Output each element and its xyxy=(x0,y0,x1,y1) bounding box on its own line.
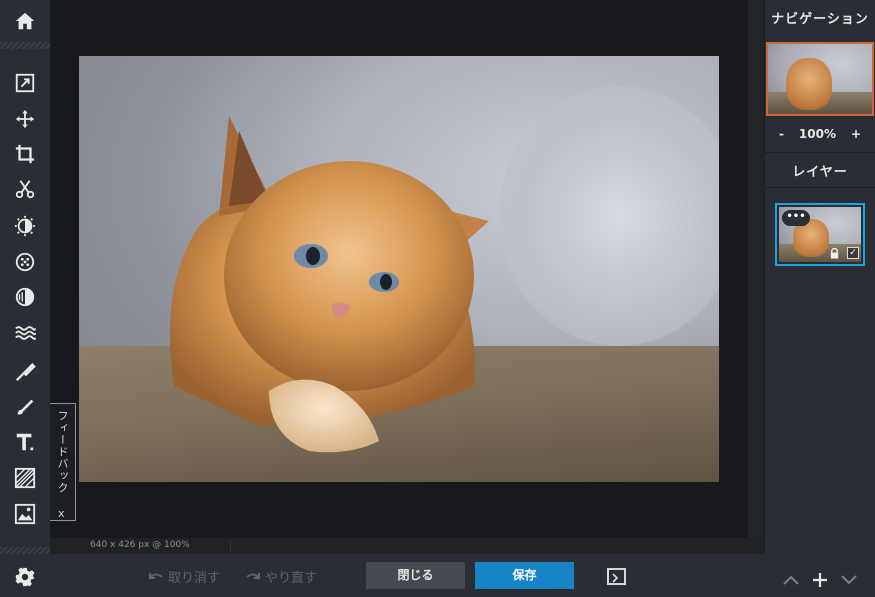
toolbar-separator xyxy=(0,547,50,554)
cut-tool[interactable] xyxy=(0,172,50,206)
crop-icon xyxy=(15,144,35,164)
cut-icon xyxy=(15,180,35,199)
zoom-level: 100% xyxy=(798,127,836,141)
layer-visibility-checkbox[interactable]: ✓ xyxy=(847,247,859,259)
crop-tool[interactable] xyxy=(0,137,50,171)
vertical-scrollbar[interactable] xyxy=(748,0,764,538)
wave-icon xyxy=(15,326,36,340)
layer-item[interactable]: ••• ✓ xyxy=(775,203,865,266)
redo-button[interactable]: やり直す xyxy=(245,567,317,586)
save-button[interactable]: 保存 xyxy=(475,562,574,589)
pencil-icon xyxy=(17,399,34,415)
layer-controls xyxy=(765,568,875,592)
brush-icon xyxy=(15,363,36,382)
layers-title: レイヤー xyxy=(792,165,848,180)
chevron-down-icon[interactable] xyxy=(840,574,858,586)
undo-label: 取り消す xyxy=(168,571,221,586)
redo-icon xyxy=(246,572,260,579)
redo-label: やり直す xyxy=(265,571,318,586)
brush-tool[interactable] xyxy=(0,355,50,389)
layer-menu-button[interactable]: ••• xyxy=(782,210,810,226)
panel-divider xyxy=(765,187,875,188)
thumbnail-kitten xyxy=(786,58,832,110)
navigation-title: ナビゲーション xyxy=(771,12,869,27)
undo-icon xyxy=(149,572,163,579)
panel-toggle-button[interactable] xyxy=(607,568,626,585)
gear-icon xyxy=(15,567,35,587)
undo-button[interactable]: 取り消す xyxy=(148,567,220,586)
lock-icon[interactable] xyxy=(829,248,840,259)
feedback-close-button[interactable]: x xyxy=(58,507,65,520)
settings-button[interactable] xyxy=(0,560,50,594)
home-button[interactable] xyxy=(0,4,50,38)
zoom-out-button[interactable]: - xyxy=(779,127,784,141)
image-tool[interactable] xyxy=(0,497,50,531)
resize-tool[interactable] xyxy=(0,66,50,100)
chevron-up-icon[interactable] xyxy=(782,574,800,586)
feedback-tab[interactable]: フィードバック x xyxy=(50,403,76,521)
text-tool[interactable] xyxy=(0,425,50,459)
move-icon xyxy=(15,109,35,129)
text-icon xyxy=(16,433,34,451)
vignette-tool[interactable] xyxy=(0,280,50,314)
chevron-right-icon xyxy=(612,573,619,583)
bottom-bar: 取り消す やり直す 閉じる 保存 xyxy=(50,554,765,597)
distort-tool[interactable] xyxy=(0,316,50,350)
zoom-controls: - 100% + xyxy=(765,118,875,150)
image-icon xyxy=(14,503,36,525)
status-bar: 640 x 426 px @ 100% xyxy=(50,538,764,554)
layer-thumbnail: ••• ✓ xyxy=(779,207,861,262)
adjust-tool[interactable] xyxy=(0,209,50,243)
filter-icon xyxy=(15,252,35,272)
close-button[interactable]: 閉じる xyxy=(366,562,465,589)
canvas-area[interactable] xyxy=(50,0,748,538)
draw-tool[interactable] xyxy=(0,390,50,424)
adjust-icon xyxy=(14,215,36,237)
feedback-label: フィードバック xyxy=(56,410,69,494)
filter-tool[interactable] xyxy=(0,245,50,279)
status-separator xyxy=(230,540,231,552)
canvas-image[interactable] xyxy=(79,56,719,482)
vignette-icon xyxy=(15,287,35,307)
resize-icon xyxy=(15,73,35,93)
left-toolbar xyxy=(0,0,50,597)
add-layer-icon[interactable] xyxy=(812,572,828,588)
toolbar-separator xyxy=(0,42,50,49)
zoom-in-button[interactable]: + xyxy=(851,127,861,141)
image-dimensions: 640 x 426 px @ 100% xyxy=(90,540,190,550)
home-icon xyxy=(15,12,35,30)
pattern-icon xyxy=(14,467,36,489)
right-panel: ナビゲーション - 100% + レイヤー ••• ✓ xyxy=(765,0,875,597)
pattern-tool[interactable] xyxy=(0,461,50,495)
move-tool[interactable] xyxy=(0,102,50,136)
kitten-figure xyxy=(169,116,489,453)
panel-divider xyxy=(765,152,875,153)
photo-editor-app: 640 x 426 px @ 100% フィードバック x ナビゲーション - … xyxy=(0,0,875,597)
navigation-thumbnail[interactable] xyxy=(766,42,874,116)
